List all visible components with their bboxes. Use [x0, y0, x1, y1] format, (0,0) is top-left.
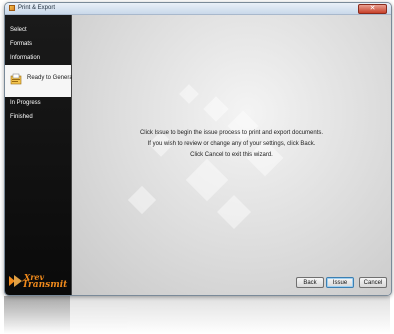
background-decoration — [203, 96, 229, 122]
back-button[interactable]: Back — [296, 277, 324, 288]
background-decoration — [185, 158, 229, 202]
background-decoration — [127, 185, 157, 215]
issue-button[interactable]: Issue — [326, 277, 354, 288]
sidebar-item-information[interactable]: Information — [5, 53, 71, 64]
background-decoration — [227, 110, 259, 142]
sidebar-item-finished[interactable]: Finished — [5, 112, 71, 123]
cancel-button[interactable]: Cancel — [359, 277, 387, 288]
sidebar-item-label: Ready to Generate — [27, 75, 78, 81]
app-icon — [9, 5, 15, 11]
instruction-line-2: If you wish to review or change any of y… — [147, 141, 316, 147]
title-bar[interactable]: Print & Export ✕ — [5, 3, 391, 15]
sidebar-item-ready-to-generate[interactable]: Ready to Generate — [5, 65, 78, 97]
instruction-line-1: Click Issue to begin the issue process t… — [139, 130, 324, 136]
window-reflection — [4, 296, 390, 334]
sidebar-reflection — [4, 296, 70, 334]
main-panel: Click Issue to begin the issue process t… — [72, 15, 391, 295]
print-export-window: Print & Export ✕ Select Formats Informat… — [4, 2, 392, 296]
document-generate-icon — [10, 73, 22, 85]
logo-mark-icon — [9, 275, 22, 287]
close-button[interactable]: ✕ — [358, 4, 387, 14]
background-decoration — [217, 195, 251, 229]
sidebar-item-in-progress[interactable]: In Progress — [5, 98, 71, 109]
xrev-transmit-logo: Xrev Transmit — [7, 271, 69, 291]
wizard-sidebar: Select Formats Information Ready to Gene… — [5, 15, 78, 295]
background-decoration — [179, 84, 199, 104]
sidebar-item-formats[interactable]: Formats — [5, 39, 71, 50]
instruction-line-3: Click Cancel to exit this wizard. — [190, 152, 273, 158]
sidebar-item-select[interactable]: Select — [5, 25, 71, 36]
window-title: Print & Export — [18, 5, 56, 11]
logo-text-transmit: Transmit — [22, 280, 68, 290]
